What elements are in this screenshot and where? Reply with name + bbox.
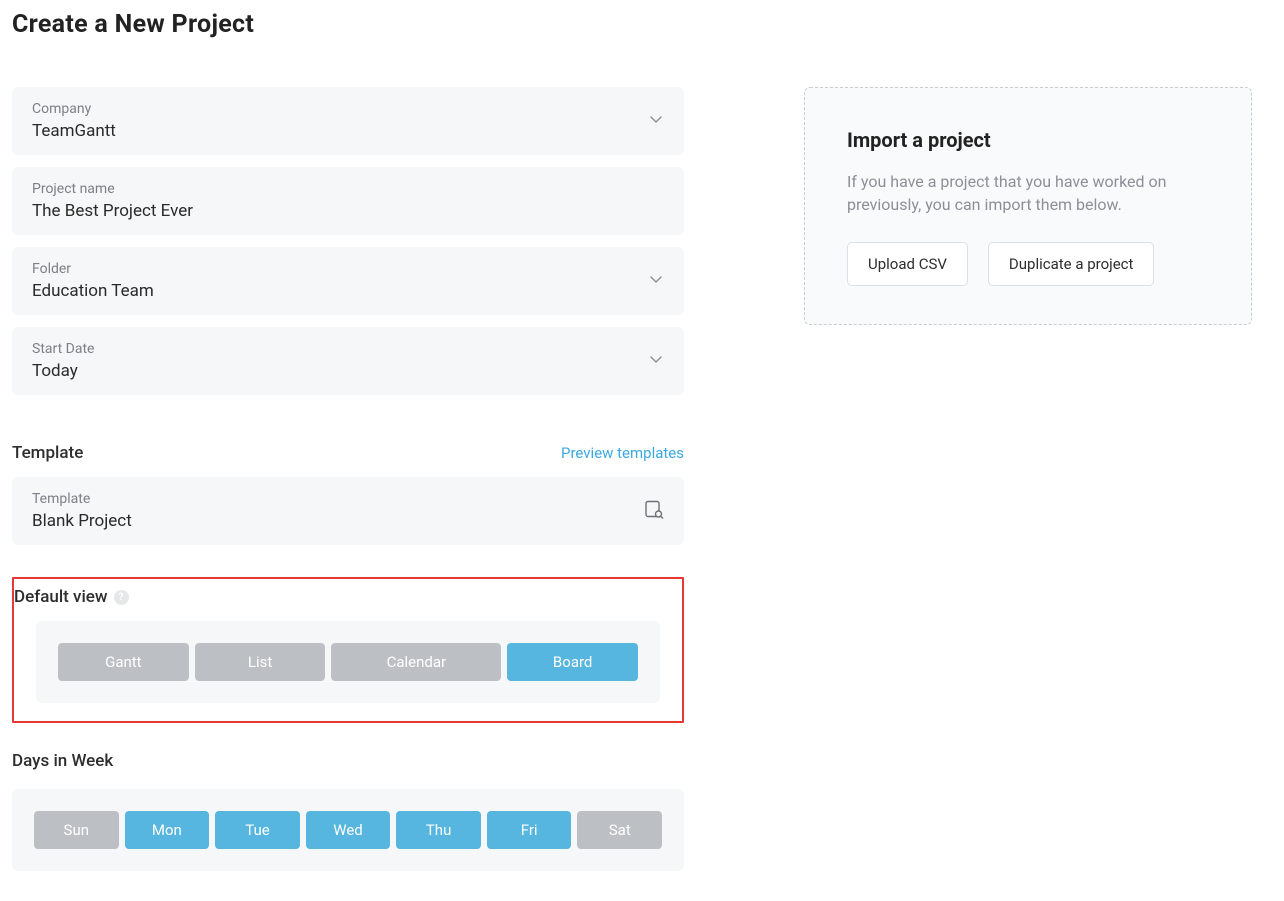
import-description: If you have a project that you have work… — [847, 170, 1209, 216]
company-value: TeamGantt — [32, 121, 664, 141]
project-name-label: Project name — [32, 181, 664, 197]
day-option-sat[interactable]: Sat — [577, 811, 662, 849]
template-label: Template — [32, 491, 664, 507]
folder-field[interactable]: Folder Education Team — [12, 247, 684, 315]
days-in-week-section: Days in Week SunMonTueWedThuFriSat — [12, 751, 684, 871]
day-option-fri[interactable]: Fri — [487, 811, 572, 849]
view-option-list[interactable]: List — [195, 643, 326, 681]
view-option-calendar[interactable]: Calendar — [331, 643, 501, 681]
duplicate-project-button[interactable]: Duplicate a project — [988, 242, 1155, 286]
preview-templates-link[interactable]: Preview templates — [561, 444, 684, 462]
template-value: Blank Project — [32, 511, 664, 531]
template-section-header: Template Preview templates — [12, 443, 684, 463]
form-column: Company TeamGantt Project name The Best … — [12, 87, 684, 871]
company-field[interactable]: Company TeamGantt — [12, 87, 684, 155]
default-view-segmented: GanttListCalendarBoard — [58, 643, 638, 681]
start-date-label: Start Date — [32, 341, 664, 357]
import-box: Import a project If you have a project t… — [804, 87, 1252, 325]
import-title: Import a project — [847, 128, 1209, 152]
template-heading: Template — [12, 443, 83, 463]
chevron-down-icon — [648, 271, 664, 291]
view-option-gantt[interactable]: Gantt — [58, 643, 189, 681]
folder-value: Education Team — [32, 281, 664, 301]
help-icon[interactable]: ? — [114, 590, 129, 605]
start-date-value: Today — [32, 361, 664, 381]
company-label: Company — [32, 101, 664, 117]
days-in-week-label: Days in Week — [12, 751, 684, 771]
chevron-down-icon — [648, 111, 664, 131]
day-option-sun[interactable]: Sun — [34, 811, 119, 849]
project-name-value: The Best Project Ever — [32, 201, 664, 221]
default-view-label: Default view — [14, 587, 108, 607]
upload-csv-button[interactable]: Upload CSV — [847, 242, 968, 286]
day-option-thu[interactable]: Thu — [396, 811, 481, 849]
page-title: Create a New Project — [12, 10, 1272, 39]
day-option-tue[interactable]: Tue — [215, 811, 300, 849]
project-name-field[interactable]: Project name The Best Project Ever — [12, 167, 684, 235]
template-field[interactable]: Template Blank Project — [12, 477, 684, 545]
day-option-mon[interactable]: Mon — [125, 811, 210, 849]
day-option-wed[interactable]: Wed — [306, 811, 391, 849]
import-column: Import a project If you have a project t… — [804, 87, 1252, 325]
start-date-field[interactable]: Start Date Today — [12, 327, 684, 395]
view-option-board[interactable]: Board — [507, 643, 638, 681]
days-segmented: SunMonTueWedThuFriSat — [34, 811, 662, 849]
folder-label: Folder — [32, 261, 664, 277]
template-search-icon — [644, 499, 664, 523]
chevron-down-icon — [648, 351, 664, 371]
default-view-highlight: Default view ? GanttListCalendarBoard — [12, 577, 684, 723]
